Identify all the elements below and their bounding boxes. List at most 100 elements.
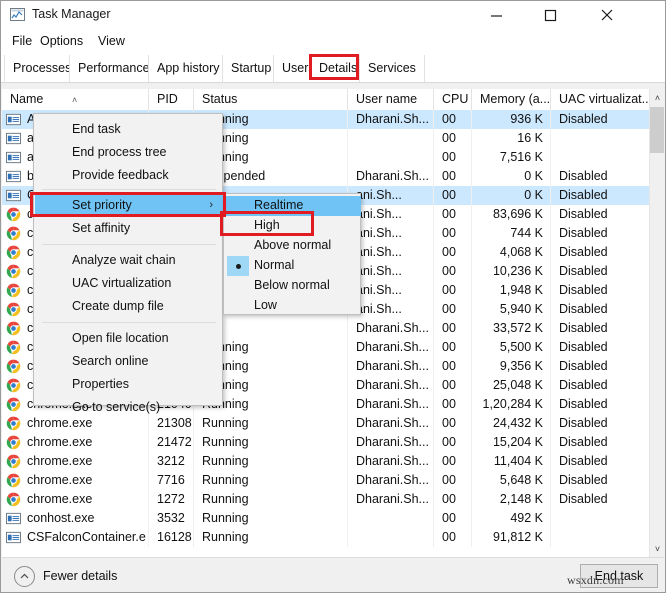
app-window-icon	[6, 150, 21, 165]
column-header-cpu[interactable]: CPU	[434, 89, 472, 110]
context-menu-item-analyze-wait-chain[interactable]: Analyze wait chain	[35, 249, 223, 272]
context-menu-item-end-task[interactable]: End task	[35, 118, 223, 141]
process-uac: Disabled	[551, 414, 649, 433]
priority-option-below-normal[interactable]: Below normal	[225, 276, 361, 296]
tab-services[interactable]: Services	[359, 55, 425, 82]
process-name: chrome.exe	[2, 490, 149, 509]
app-window-icon	[6, 511, 21, 526]
watermark: wsxdn.com	[567, 573, 624, 588]
context-menu-item-label: Set priority	[72, 198, 132, 212]
vertical-scrollbar[interactable]: ˄ ˅	[649, 89, 664, 557]
menu-bar: File Options View	[1, 29, 665, 53]
priority-option-label: Normal	[254, 258, 294, 272]
context-menu-item-go-to-service-s[interactable]: Go to service(s)	[35, 396, 223, 419]
title-bar: Task Manager	[1, 1, 665, 29]
column-header-pid[interactable]: PID	[149, 89, 194, 110]
menu-options[interactable]: Options	[35, 32, 88, 50]
tab-performance[interactable]: Performance	[69, 55, 159, 82]
column-header-name[interactable]: Name ˄	[2, 89, 149, 110]
process-uac: Disabled	[551, 471, 649, 490]
chrome-icon	[6, 378, 21, 393]
process-cpu: 00	[434, 357, 472, 376]
process-memory: 936 K	[472, 110, 551, 129]
scrollbar-thumb[interactable]	[650, 107, 664, 153]
context-menu-item-open-file-location[interactable]: Open file location	[35, 327, 223, 350]
chrome-icon	[6, 340, 21, 355]
process-memory: 9,356 K	[472, 357, 551, 376]
maximize-button[interactable]	[528, 1, 573, 29]
table-row[interactable]: chrome.exe7716RunningDharani.Sh...005,64…	[2, 471, 649, 490]
process-name: chrome.exe	[2, 452, 149, 471]
process-memory: 83,696 K	[472, 205, 551, 224]
process-cpu: 00	[434, 300, 472, 319]
priority-option-label: Realtime	[254, 198, 303, 212]
context-menu-item-label: Create dump file	[72, 299, 164, 313]
column-header-status[interactable]: Status	[194, 89, 348, 110]
priority-option-label: High	[254, 218, 280, 232]
context-menu-item-label: Provide feedback	[72, 168, 169, 182]
process-memory: 16 K	[472, 129, 551, 148]
chrome-icon	[6, 416, 21, 431]
context-menu-item-create-dump-file[interactable]: Create dump file	[35, 295, 223, 318]
priority-option-realtime[interactable]: Realtime	[225, 196, 361, 216]
column-header-memory[interactable]: Memory (a...	[472, 89, 551, 110]
process-memory: 0 K	[472, 186, 551, 205]
minimize-button[interactable]	[474, 1, 519, 29]
context-menu-item-label: Search online	[72, 354, 148, 368]
column-header-uac-virtualization[interactable]: UAC virtualizat...	[551, 89, 649, 110]
process-cpu: 00	[434, 395, 472, 414]
process-name-label: chrome.exe	[27, 435, 92, 449]
tab-app-history[interactable]: App history	[148, 55, 229, 82]
process-user: Dharani.Sh...	[348, 433, 434, 452]
scroll-up-icon[interactable]: ˄	[650, 89, 664, 106]
menu-file[interactable]: File	[7, 32, 37, 50]
tab-startup[interactable]: Startup	[222, 55, 280, 82]
menu-view[interactable]: View	[93, 32, 130, 50]
process-user: Dharani.Sh...	[348, 110, 434, 129]
process-cpu: 00	[434, 490, 472, 509]
process-memory: 5,648 K	[472, 471, 551, 490]
chrome-icon	[6, 359, 21, 374]
task-manager-window: Task Manager File Options View Processes…	[0, 0, 666, 593]
process-name: chrome.exe	[2, 433, 149, 452]
process-cpu: 00	[434, 205, 472, 224]
tab-details[interactable]: Details	[311, 55, 365, 82]
context-menu-item-set-affinity[interactable]: Set affinity	[35, 217, 223, 240]
process-name-label: CSFalconContainer.e	[27, 530, 146, 544]
priority-option-above-normal[interactable]: Above normal	[225, 236, 361, 256]
context-menu-item-label: Set affinity	[72, 221, 130, 235]
process-status: Running	[194, 433, 348, 452]
scroll-down-icon[interactable]: ˅	[650, 540, 664, 557]
priority-option-low[interactable]: Low	[225, 296, 361, 316]
table-row[interactable]: CSFalconContainer.e16128Running0091,812 …	[2, 528, 649, 547]
table-row[interactable]: chrome.exe3212RunningDharani.Sh...0011,4…	[2, 452, 649, 471]
context-menu-item-properties[interactable]: Properties	[35, 373, 223, 396]
tab-strip: Processes Performance App history Startu…	[1, 53, 665, 83]
table-row[interactable]: chrome.exe21472RunningDharani.Sh...0015,…	[2, 433, 649, 452]
process-memory: 91,812 K	[472, 528, 551, 547]
table-row[interactable]: conhost.exe3532Running00492 K	[2, 509, 649, 528]
close-button[interactable]	[584, 1, 629, 29]
priority-option-label: Low	[254, 298, 277, 312]
table-row[interactable]: chrome.exe1272RunningDharani.Sh...002,14…	[2, 490, 649, 509]
priority-option-high[interactable]: High	[225, 216, 361, 236]
process-cpu: 00	[434, 414, 472, 433]
process-uac: Disabled	[551, 490, 649, 509]
column-header-user-name[interactable]: User name	[348, 89, 434, 110]
fewer-details-button[interactable]: Fewer details	[14, 566, 117, 586]
process-user	[348, 528, 434, 547]
process-memory: 1,948 K	[472, 281, 551, 300]
context-menu-item-label: Analyze wait chain	[72, 253, 176, 267]
context-menu-item-uac-virtualization[interactable]: UAC virtualization	[35, 272, 223, 295]
chrome-icon	[6, 245, 21, 260]
process-user: Dharani.Sh...	[348, 167, 434, 186]
context-menu-item-end-process-tree[interactable]: End process tree	[35, 141, 223, 164]
context-menu-item-search-online[interactable]: Search online	[35, 350, 223, 373]
process-cpu: 00	[434, 376, 472, 395]
process-cpu: 00	[434, 243, 472, 262]
context-menu-item-label: End task	[72, 122, 121, 136]
context-menu-item-set-priority[interactable]: Set priority›	[35, 194, 223, 217]
context-menu-item-provide-feedback[interactable]: Provide feedback	[35, 164, 223, 187]
priority-option-normal[interactable]: Normal	[225, 256, 361, 276]
chrome-icon	[6, 435, 21, 450]
